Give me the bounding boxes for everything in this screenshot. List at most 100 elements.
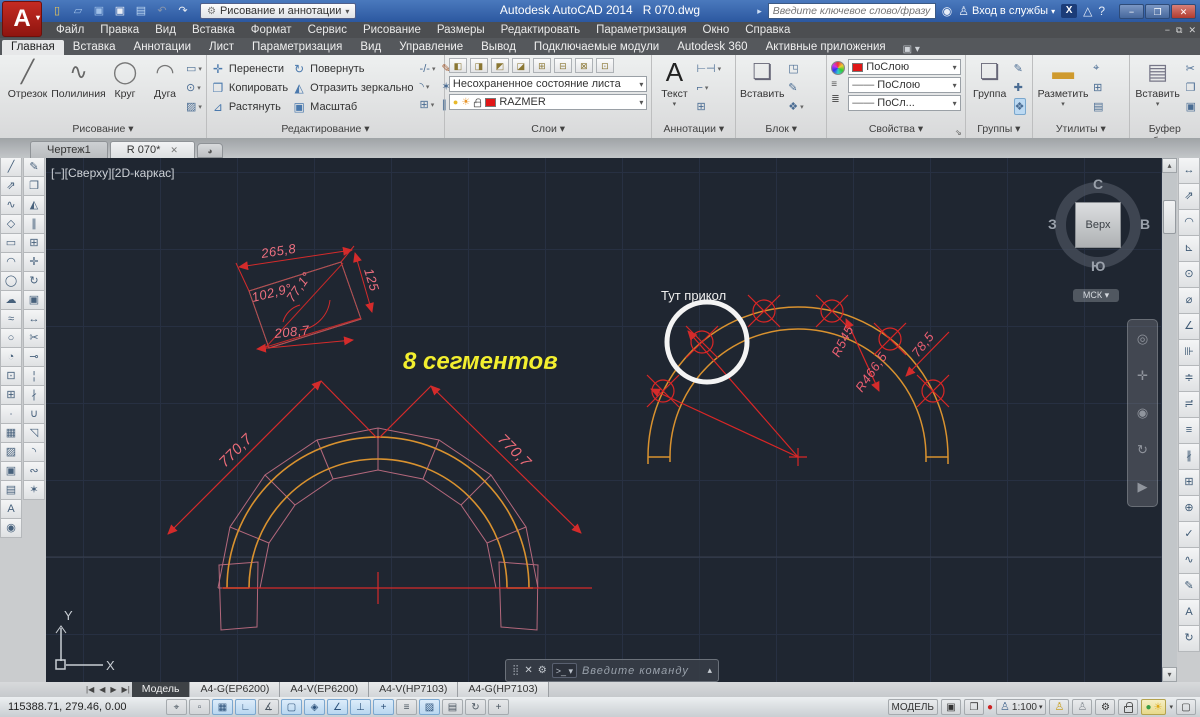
circle-icon[interactable]: ◯ [0, 272, 22, 291]
first-layout-icon[interactable]: |◀ [84, 685, 96, 694]
dim-jogged-linear-icon[interactable]: ∿ [1178, 548, 1200, 574]
array-button[interactable]: ⊞▾ [420, 96, 436, 113]
quick-view-drawings-button[interactable]: ❐ [964, 699, 984, 715]
move-button[interactable]: ✛Перенести [211, 60, 288, 78]
command-options-button[interactable]: >_ ▾ [552, 663, 577, 678]
double-arc-figure[interactable]: R545 R466,5 78,5 Тут прикол [647, 288, 949, 466]
arc-button[interactable]: ◠Дуга [148, 57, 182, 123]
ortho-toggle[interactable]: ∟ [235, 699, 256, 715]
block-editor-button[interactable]: ❖▾ [788, 98, 803, 115]
menu-dimension[interactable]: Размеры [429, 24, 493, 36]
quick-select-button[interactable]: ⌖ [1093, 60, 1103, 77]
annotation-alert-icon[interactable]: ● [987, 702, 993, 713]
fillet-button[interactable]: ◝▾ [420, 78, 436, 95]
panel-caption-groups[interactable]: Группы ▾ [966, 123, 1032, 138]
panel-caption-layers[interactable]: Слои ▾ [445, 123, 652, 138]
menu-help[interactable]: Справка [737, 24, 798, 36]
ellipse-button[interactable]: ⊙▾ [186, 79, 202, 96]
insert-block-button[interactable]: ❏ Вставить [740, 57, 784, 123]
doc-close-button[interactable]: ✕ [1188, 25, 1196, 36]
status-menu-icon[interactable]: ▾ [1169, 703, 1173, 711]
polyline-icon[interactable]: ∿ [0, 196, 22, 215]
dim-radius-icon[interactable]: ⊙ [1178, 262, 1200, 288]
scroll-down-icon[interactable]: ▾ [1162, 667, 1177, 682]
panel-caption-block[interactable]: Блок ▾ [736, 123, 826, 138]
redo-icon[interactable]: ↷ [174, 3, 192, 19]
save-as-icon[interactable]: ▣ [111, 3, 129, 19]
sun-icon[interactable]: ☀ [461, 97, 470, 108]
scroll-up-icon[interactable]: ▴ [1162, 158, 1177, 173]
trim-icon[interactable]: ✂ [23, 329, 45, 348]
transparency-toggle[interactable]: ▨ [419, 699, 440, 715]
dynamic-ucs-toggle[interactable]: ⊥ [350, 699, 371, 715]
selection-cycling-toggle[interactable]: ↻ [465, 699, 486, 715]
tolerance-icon[interactable]: ⊞ [1178, 470, 1200, 496]
layer-unisolate-icon[interactable]: ◪ [512, 58, 530, 73]
vertical-scrollbar[interactable]: ▴ ▾ [1162, 158, 1177, 682]
rotated-plate-figure[interactable]: 265,8 125 102,9° 77,1° 208,7 [236, 241, 382, 349]
layer-dropdown[interactable]: ● ☀ RAZMER▾ [449, 94, 648, 110]
spline-icon[interactable]: ≈ [0, 310, 22, 329]
dim-arc-length-icon[interactable]: ◠ [1178, 210, 1200, 236]
blend-icon[interactable]: ∾ [23, 462, 45, 481]
panel-caption-utilities[interactable]: Утилиты ▾ [1033, 123, 1129, 138]
layout-tab-model[interactable]: Модель [132, 682, 191, 697]
tab-output[interactable]: Вывод [472, 40, 525, 55]
dynamic-input-toggle[interactable]: + [373, 699, 394, 715]
table-icon[interactable]: ▤ [0, 481, 22, 500]
erase-icon[interactable]: ✎ [23, 158, 45, 177]
hardware-acceleration-button[interactable]: ● ☀ [1141, 699, 1166, 715]
layout-tab-a4v-hp7103[interactable]: A4-V(HP7103) [369, 682, 458, 697]
file-tab-drawing1[interactable]: Чертеж1 [30, 141, 108, 158]
viewcube-east[interactable]: В [1140, 216, 1150, 232]
doc-restore-button[interactable]: ⧉ [1176, 25, 1182, 36]
restore-button[interactable]: ❐ [1145, 4, 1170, 19]
point-icon[interactable]: ∙ [0, 405, 22, 424]
text-button[interactable]: A Текст▾ [656, 57, 692, 123]
scrollbar-thumb[interactable] [1163, 200, 1176, 234]
group-selection-toggle[interactable]: ❖ [1014, 98, 1026, 115]
media-browser-icon[interactable]: ▣ ▾ [903, 44, 920, 55]
doc-minimize-button[interactable]: − [1165, 25, 1170, 36]
qnew-icon[interactable]: ▯ [48, 3, 66, 19]
viewcube-top-face[interactable]: Верх [1075, 202, 1121, 248]
measure-button[interactable]: ▬ Разметить▾ [1037, 57, 1089, 123]
dim-edit-icon[interactable]: ✎ [1178, 574, 1200, 600]
copy-clip-button[interactable]: ❐ [1186, 79, 1196, 96]
panel-caption-clipboard[interactable]: Буфер обмена [1130, 123, 1200, 138]
navigation-bar[interactable]: ◎ ✛ ◉ ↻ ▶ [1127, 319, 1158, 507]
fillet-icon[interactable]: ◝ [23, 443, 45, 462]
object-snap-toggle[interactable]: ▢ [281, 699, 302, 715]
menu-view[interactable]: Вид [147, 24, 184, 36]
mirror-button[interactable]: ◭Отразить зеркально [292, 79, 413, 97]
array-icon[interactable]: ⊞ [23, 234, 45, 253]
polygon-icon[interactable]: ◇ [0, 215, 22, 234]
menu-insert[interactable]: Вставка [184, 24, 243, 36]
point-style-icon[interactable]: ◉ [0, 519, 22, 538]
break-at-point-icon[interactable]: ¦ [23, 367, 45, 386]
panel-caption-properties[interactable]: Свойства ▾ [827, 123, 964, 138]
tab-autodesk360[interactable]: Autodesk 360 [668, 40, 756, 55]
dim-baseline-icon[interactable]: ≑ [1178, 366, 1200, 392]
panel-caption-annotation[interactable]: Аннотации ▾ [652, 123, 735, 138]
infocenter-collapse-icon[interactable]: ▸ [757, 6, 762, 17]
drag-grip-icon[interactable]: ⣿ [512, 665, 519, 676]
segmented-arch-figure[interactable]: 770,7 770,7 [168, 381, 592, 630]
layer-lock-icon[interactable]: ⊠ [575, 58, 593, 73]
annotation-autoscale-button[interactable]: ♙ [1072, 699, 1092, 715]
layout-tab-a4v-ep6200[interactable]: A4-V(EP6200) [280, 682, 369, 697]
tab-insert[interactable]: Вставка [64, 40, 125, 55]
open-icon[interactable]: ▱ [69, 3, 87, 19]
layer-unlock-icon[interactable]: ⊡ [596, 58, 614, 73]
sign-in-button[interactable]: ♙ Вход в службы ▾ [958, 4, 1055, 18]
cut-button[interactable]: ✂ [1186, 60, 1196, 77]
dim-update-icon[interactable]: ↻ [1178, 626, 1200, 652]
toolbar-lock-button[interactable] [1118, 699, 1138, 715]
id-point-button[interactable]: ▤ [1093, 98, 1103, 115]
viewcube-north[interactable]: С [1093, 176, 1103, 192]
prev-layout-icon[interactable]: ◀ [97, 685, 107, 694]
color-wheel-icon[interactable] [831, 61, 845, 75]
layout-tab-a4g-ep6200[interactable]: A4-G(EP6200) [190, 682, 280, 697]
annotation-monitor-toggle[interactable]: + [488, 699, 509, 715]
mtext-icon[interactable]: A [0, 500, 22, 519]
